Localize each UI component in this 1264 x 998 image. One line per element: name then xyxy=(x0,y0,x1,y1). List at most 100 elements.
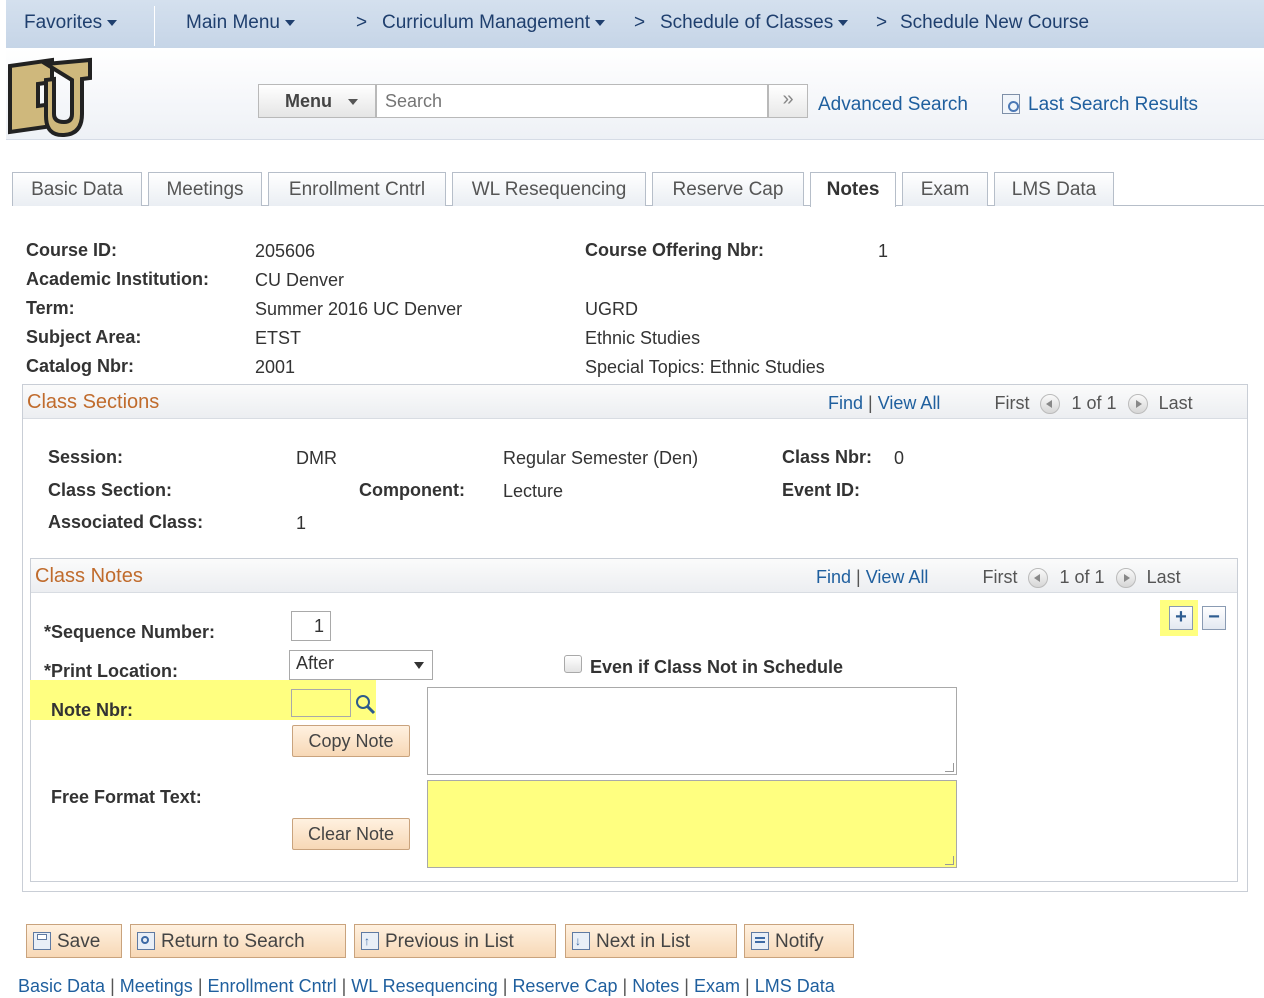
previous-in-list-icon: ↑ xyxy=(361,932,379,950)
footer-link-lms-data[interactable]: LMS Data xyxy=(755,976,835,996)
sequence-number-label: *Sequence Number: xyxy=(44,622,216,642)
career-value: UGRD xyxy=(585,299,638,319)
next-arrow-icon[interactable] xyxy=(1115,568,1136,589)
last-label[interactable]: Last xyxy=(1147,567,1181,587)
chevron-down-icon xyxy=(595,19,606,26)
nav-separator: | xyxy=(856,567,861,587)
class-sections-nav: Find | View All First 1 of 1 Last xyxy=(828,393,1193,415)
tab-notes[interactable]: Notes xyxy=(810,172,896,207)
copy-note-button[interactable]: Copy Note xyxy=(292,725,410,757)
session-value: DMR xyxy=(296,448,337,468)
free-format-text-label: Free Format Text: xyxy=(51,787,202,807)
tab-basic-data[interactable]: Basic Data xyxy=(12,172,142,206)
favorites-label: Favorites xyxy=(24,12,103,33)
delete-row-button[interactable]: − xyxy=(1202,606,1226,630)
subject-area-desc: Ethnic Studies xyxy=(585,328,701,348)
next-in-list-button[interactable]: ↓ Next in List xyxy=(565,924,737,958)
main-menu[interactable]: Main Menu xyxy=(186,12,295,34)
notify-label: Notify xyxy=(775,931,824,952)
tab-wl-resequencing[interactable]: WL Resequencing xyxy=(452,172,646,206)
next-arrow-icon[interactable] xyxy=(1127,394,1148,415)
view-all-link[interactable]: View All xyxy=(878,393,941,413)
top-navigation-bar: Favorites Main Menu > Curriculum Managem… xyxy=(6,0,1264,48)
institution-value: CU Denver xyxy=(255,270,345,290)
subject-area-value: ETST xyxy=(255,328,302,348)
first-label[interactable]: First xyxy=(982,567,1017,587)
favorites-menu[interactable]: Favorites xyxy=(24,12,118,34)
save-button[interactable]: Save xyxy=(26,924,122,958)
print-location-label: *Print Location: xyxy=(44,661,178,681)
nav-separator: | xyxy=(868,393,873,413)
class-section-label: Class Section: xyxy=(48,480,173,500)
return-to-search-label: Return to Search xyxy=(161,931,305,952)
last-search-results-link[interactable]: Last Search Results xyxy=(1028,94,1198,116)
footer-link-meetings[interactable]: Meetings xyxy=(120,976,193,996)
note-nbr-input[interactable] xyxy=(291,689,351,717)
class-sections-title: Class Sections xyxy=(27,391,160,413)
class-notes-nav: Find | View All First 1 of 1 Last xyxy=(816,567,1181,589)
tab-lms-data[interactable]: LMS Data xyxy=(994,172,1114,206)
class-nbr-value: 0 xyxy=(894,448,905,468)
catalog-nbr-value: 2001 xyxy=(255,357,296,377)
tab-meetings[interactable]: Meetings xyxy=(148,172,262,206)
search-input[interactable] xyxy=(376,84,768,118)
component-value: Lecture xyxy=(503,481,564,501)
notify-icon xyxy=(751,932,769,950)
menu-dropdown-button[interactable]: Menu xyxy=(258,84,376,118)
footer-separator: | xyxy=(502,976,508,996)
footer-links: Basic Data | Meetings | Enrollment Cntrl… xyxy=(18,976,835,997)
course-id-label: Course ID: xyxy=(26,240,118,260)
class-notes-header: Class Notes Find | View All First 1 of 1… xyxy=(31,559,1237,593)
search-go-button[interactable]: » xyxy=(768,84,808,118)
breadcrumb-schedule-new-course[interactable]: Schedule New Course xyxy=(900,12,1089,34)
footer-link-basic-data[interactable]: Basic Data xyxy=(18,976,105,996)
advanced-search-link[interactable]: Advanced Search xyxy=(818,94,968,116)
last-label[interactable]: Last xyxy=(1159,393,1193,413)
term-label: Term: xyxy=(26,298,75,318)
find-link[interactable]: Find xyxy=(816,567,851,587)
lookup-magnifier-icon[interactable] xyxy=(354,693,376,715)
subject-area-label: Subject Area: xyxy=(26,327,142,347)
breadcrumb-separator: > xyxy=(356,12,368,33)
class-notes-title: Class Notes xyxy=(35,565,143,587)
catalog-desc: Special Topics: Ethnic Studies xyxy=(585,357,825,377)
footer-link-wl-resequencing[interactable]: WL Resequencing xyxy=(351,976,497,996)
return-to-search-button[interactable]: Return to Search xyxy=(130,924,346,958)
notify-button[interactable]: Notify xyxy=(744,924,854,958)
view-all-link[interactable]: View All xyxy=(866,567,929,587)
clear-note-button[interactable]: Clear Note xyxy=(292,818,410,850)
find-link[interactable]: Find xyxy=(828,393,863,413)
chevron-down-icon xyxy=(838,19,849,26)
previous-in-list-button[interactable]: ↑ Previous in List xyxy=(354,924,556,958)
catalog-nbr-label: Catalog Nbr: xyxy=(26,356,134,376)
class-sections-header: Class Sections Find | View All First 1 o… xyxy=(23,385,1247,419)
note-text-display[interactable] xyxy=(427,687,957,775)
previous-arrow-icon[interactable] xyxy=(1040,394,1061,415)
even-if-not-in-schedule-checkbox[interactable] xyxy=(564,655,582,673)
breadcrumb-label: Curriculum Management xyxy=(382,12,591,33)
search-results-icon[interactable] xyxy=(1002,94,1020,114)
free-format-text-area[interactable] xyxy=(427,780,957,868)
chevron-down-icon xyxy=(285,19,295,26)
footer-link-notes[interactable]: Notes xyxy=(632,976,679,996)
first-label[interactable]: First xyxy=(994,393,1029,413)
row-count: 1 of 1 xyxy=(1071,393,1117,413)
sequence-number-input[interactable] xyxy=(291,611,331,641)
breadcrumb-schedule-of-classes[interactable]: Schedule of Classes xyxy=(660,12,849,34)
cu-logo: CU xyxy=(6,56,92,138)
tab-reserve-cap[interactable]: Reserve Cap xyxy=(652,172,804,206)
course-offering-value: 1 xyxy=(878,241,889,261)
footer-link-exam[interactable]: Exam xyxy=(694,976,740,996)
session-label: Session: xyxy=(48,447,124,467)
next-in-list-label: Next in List xyxy=(596,931,690,952)
footer-link-reserve-cap[interactable]: Reserve Cap xyxy=(512,976,617,996)
chevron-down-icon xyxy=(414,662,424,669)
term-value: Summer 2016 UC Denver xyxy=(255,299,463,319)
breadcrumb-curriculum-management[interactable]: Curriculum Management xyxy=(382,12,606,34)
footer-link-enrollment-cntrl[interactable]: Enrollment Cntrl xyxy=(208,976,337,996)
previous-arrow-icon[interactable] xyxy=(1028,568,1049,589)
add-row-button[interactable]: + xyxy=(1169,606,1193,630)
print-location-select[interactable]: After xyxy=(289,650,433,680)
tab-exam[interactable]: Exam xyxy=(902,172,988,206)
tab-enrollment-cntrl[interactable]: Enrollment Cntrl xyxy=(268,172,446,206)
